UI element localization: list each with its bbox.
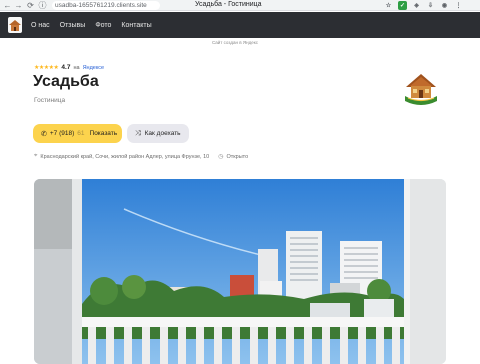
profile-icon[interactable]: ◉ [440,1,449,10]
reload-icon[interactable]: ⟳ [26,1,35,10]
rating-row: ★★★★★ 4.7 на Яндексе [34,64,104,71]
extension-shield-icon[interactable]: ✓ [398,1,407,10]
phone-icon: ✆ [41,130,47,138]
site-logo[interactable] [8,17,22,33]
browser-toolbar: ← → ⟳ ⓘ usadba-1655761219.clients.site У… [0,0,480,11]
brand-logo [402,69,440,107]
show-phone-button[interactable]: ✆ +7 (918) 61 Показать [33,124,122,143]
site-info-icon[interactable]: ⓘ [38,1,47,10]
show-phone-label: Показать [89,130,118,137]
nav-item-contacts[interactable]: Контакты [121,22,151,29]
nav-item-photos[interactable]: Фото [95,22,111,29]
extension-icon[interactable]: ◈ [412,1,421,10]
rating-stars-icon: ★★★★★ [34,65,59,71]
location-pin-icon: ⌖ [34,153,38,159]
rating-value: 4.7 [61,64,71,71]
route-button[interactable]: ⤨ Как доехать [127,124,189,143]
address-bar[interactable]: usadba-1655761219.clients.site [52,1,160,10]
clock-icon: ◷ [218,154,224,160]
business-title: Усадьба [33,73,99,90]
open-status[interactable]: Открыто [226,154,248,160]
downloads-icon[interactable]: ⇩ [426,1,435,10]
phone-mask: 61 [77,130,85,137]
phone-number: +7 (918) [49,130,75,137]
route-label: Как доехать [144,130,181,137]
route-icon: ⤨ [135,129,141,137]
address-text[interactable]: Краснодарский край, Сочи, жилой район Ад… [40,154,209,160]
business-category: Гостиница [34,97,66,104]
menu-icon[interactable]: ⋮ [454,1,463,10]
nav-item-reviews[interactable]: Отзывы [60,22,86,29]
forward-arrow-icon[interactable]: → [14,1,23,10]
nav-item-about[interactable]: О нас [31,22,50,29]
nav-links: О нас Отзывы Фото Контакты [31,12,152,38]
hero-photo[interactable] [34,179,446,364]
bookmark-star-icon[interactable]: ☆ [384,1,393,10]
tab-title: Усадьба - Гостиница [195,1,262,8]
url-text: usadba-1655761219.clients.site [55,2,147,9]
rating-on-text: на [73,64,80,71]
address-row: ⌖ Краснодарский край, Сочи, жилой район … [34,153,248,160]
rating-source-link[interactable]: Яндексе [83,65,105,71]
made-with-note[interactable]: Сайт создан в Яндекс [212,40,258,45]
back-arrow-icon[interactable]: ← [3,1,12,10]
